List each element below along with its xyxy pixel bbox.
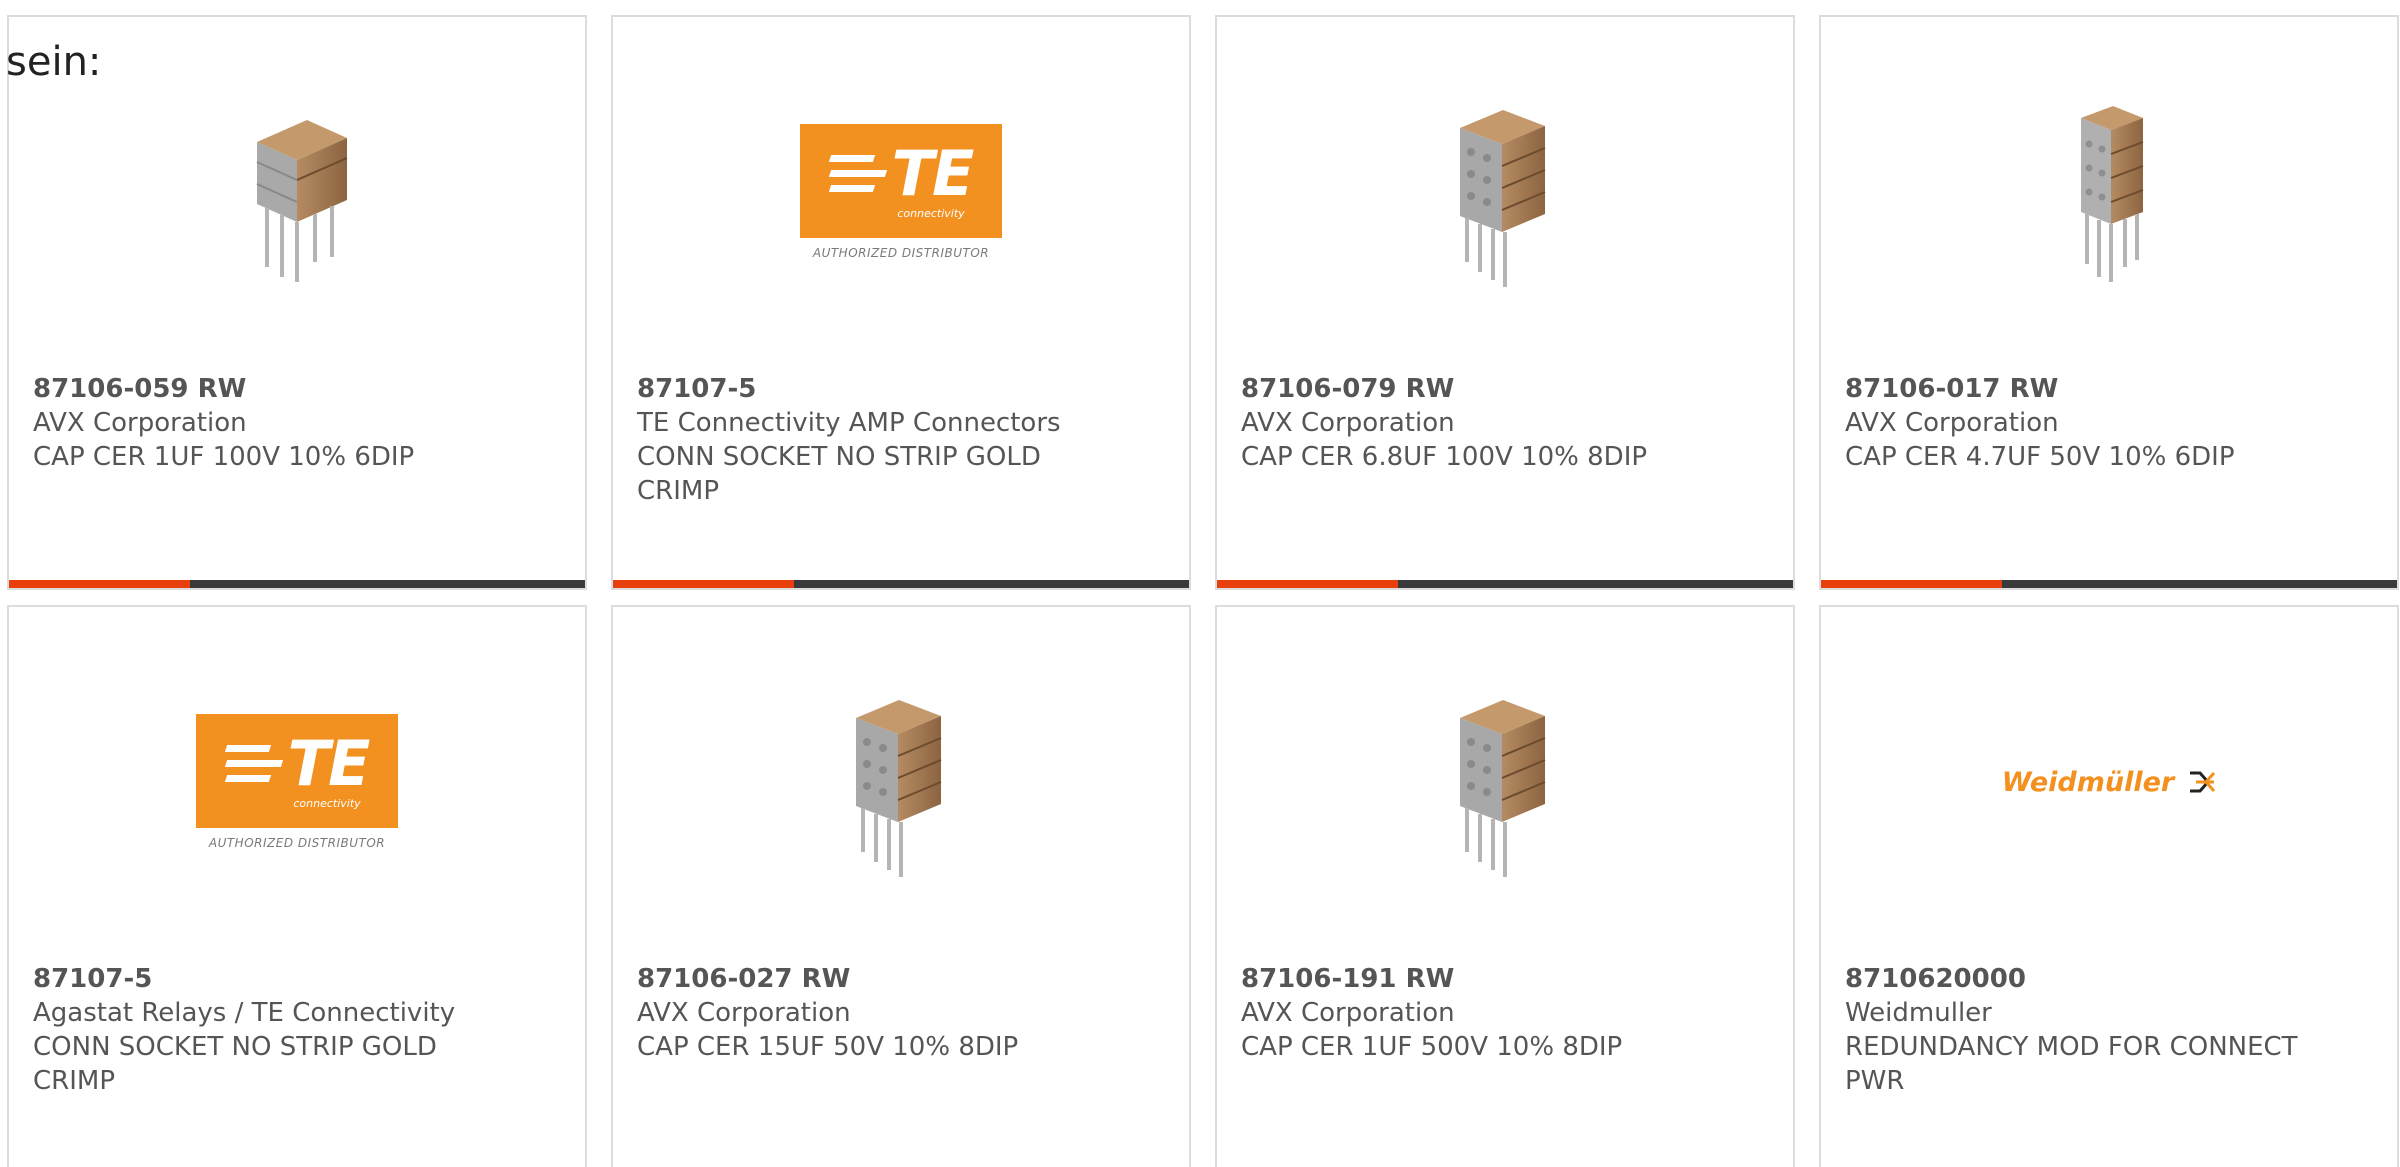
- product-info: 8710620000 Weidmuller REDUNDANCY MOD FOR…: [1845, 962, 2337, 1098]
- description: REDUNDANCY MOD FOR CONNECT PWR: [1845, 1032, 2298, 1096]
- product-info: 87106-191 RW AVX Corporation CAP CER 1UF…: [1241, 962, 1733, 1064]
- product-image[interactable]: [1400, 87, 1610, 297]
- description: CAP CER 1UF 500V 10% 8DIP: [1241, 1032, 1623, 1062]
- part-number[interactable]: 87106-059 RW: [33, 372, 525, 406]
- manufacturer: AVX Corporation: [1845, 408, 2059, 438]
- part-number[interactable]: 87106-191 RW: [1241, 962, 1733, 996]
- manufacturer: AVX Corporation: [637, 998, 851, 1028]
- card-bottom-bar: [613, 580, 1189, 588]
- weidmuller-mark-icon: [2190, 771, 2216, 793]
- part-number[interactable]: 87106-079 RW: [1241, 372, 1733, 406]
- product-image[interactable]: [1400, 677, 1610, 887]
- card-bottom-bar: [1217, 580, 1793, 588]
- description: CAP CER 15UF 50V 10% 8DIP: [637, 1032, 1019, 1062]
- card-bar-accent: [1821, 580, 2003, 588]
- weidmuller-logo: Weidmüller: [2002, 767, 2216, 798]
- description: CAP CER 4.7UF 50V 10% 6DIP: [1845, 442, 2235, 472]
- manufacturer: Agastat Relays / TE Connectivity: [33, 998, 456, 1028]
- product-grid-page: sein: 87106-059 RW AVX Corporation CAP C…: [0, 0, 2400, 1167]
- capacitor-8dip-icon: [856, 700, 942, 877]
- te-connectivity-logo: TE connectivity AUTHORIZED DISTRIBUTOR: [800, 124, 1002, 260]
- te-connectivity-logo: TE connectivity AUTHORIZED DISTRIBUTOR: [196, 714, 398, 850]
- manufacturer: TE Connectivity AMP Connectors: [637, 408, 1061, 438]
- product-image[interactable]: Weidmüller: [2002, 677, 2216, 887]
- product-image[interactable]: [796, 677, 1006, 887]
- capacitor-6dip-icon: [256, 120, 348, 282]
- product-info: 87107-5 TE Connectivity AMP Connectors C…: [637, 372, 1129, 508]
- product-card[interactable]: 87106-059 RW AVX Corporation CAP CER 1UF…: [7, 15, 587, 590]
- product-info: 87106-059 RW AVX Corporation CAP CER 1UF…: [33, 372, 525, 474]
- manufacturer: AVX Corporation: [33, 408, 247, 438]
- product-card[interactable]: 87106-079 RW AVX Corporation CAP CER 6.8…: [1215, 15, 1795, 590]
- product-image[interactable]: [192, 87, 402, 297]
- product-card[interactable]: Weidmüller 8710620000 Weidmuller REDUNDA…: [1819, 605, 2399, 1167]
- product-info: 87106-017 RW AVX Corporation CAP CER 4.7…: [1845, 372, 2337, 474]
- product-card[interactable]: 87106-027 RW AVX Corporation CAP CER 15U…: [611, 605, 1191, 1167]
- product-info: 87107-5 Agastat Relays / TE Connectivity…: [33, 962, 525, 1098]
- card-bar-accent: [1217, 580, 1399, 588]
- product-info: 87106-079 RW AVX Corporation CAP CER 6.8…: [1241, 372, 1733, 474]
- card-bottom-bar: [1821, 580, 2397, 588]
- description: CAP CER 6.8UF 100V 10% 8DIP: [1241, 442, 1648, 472]
- product-card[interactable]: 87106-191 RW AVX Corporation CAP CER 1UF…: [1215, 605, 1795, 1167]
- description: CONN SOCKET NO STRIP GOLD CRIMP: [33, 1032, 437, 1096]
- card-bar-accent: [613, 580, 795, 588]
- part-number[interactable]: 87107-5: [637, 372, 1129, 406]
- card-bottom-bar: [9, 580, 585, 588]
- description: CAP CER 1UF 100V 10% 6DIP: [33, 442, 415, 472]
- part-number[interactable]: 8710620000: [1845, 962, 2337, 996]
- product-image[interactable]: TE connectivity AUTHORIZED DISTRIBUTOR: [192, 677, 402, 887]
- capacitor-8dip-icon: [1460, 700, 1546, 877]
- product-card[interactable]: 87106-017 RW AVX Corporation CAP CER 4.7…: [1819, 15, 2399, 590]
- product-card[interactable]: TE connectivity AUTHORIZED DISTRIBUTOR 8…: [7, 605, 587, 1167]
- capacitor-tall-icon: [2081, 106, 2144, 282]
- capacitor-8dip-icon: [1460, 110, 1546, 287]
- product-image[interactable]: [2004, 87, 2214, 297]
- part-number[interactable]: 87107-5: [33, 962, 525, 996]
- card-bar-accent: [9, 580, 191, 588]
- product-image[interactable]: TE connectivity AUTHORIZED DISTRIBUTOR: [796, 87, 1006, 297]
- product-card[interactable]: TE connectivity AUTHORIZED DISTRIBUTOR 8…: [611, 15, 1191, 590]
- manufacturer: AVX Corporation: [1241, 998, 1455, 1028]
- intro-text: sein:: [6, 39, 102, 85]
- part-number[interactable]: 87106-027 RW: [637, 962, 1129, 996]
- manufacturer: AVX Corporation: [1241, 408, 1455, 438]
- product-info: 87106-027 RW AVX Corporation CAP CER 15U…: [637, 962, 1129, 1064]
- manufacturer: Weidmuller: [1845, 998, 1992, 1028]
- description: CONN SOCKET NO STRIP GOLD CRIMP: [637, 442, 1041, 506]
- part-number[interactable]: 87106-017 RW: [1845, 372, 2337, 406]
